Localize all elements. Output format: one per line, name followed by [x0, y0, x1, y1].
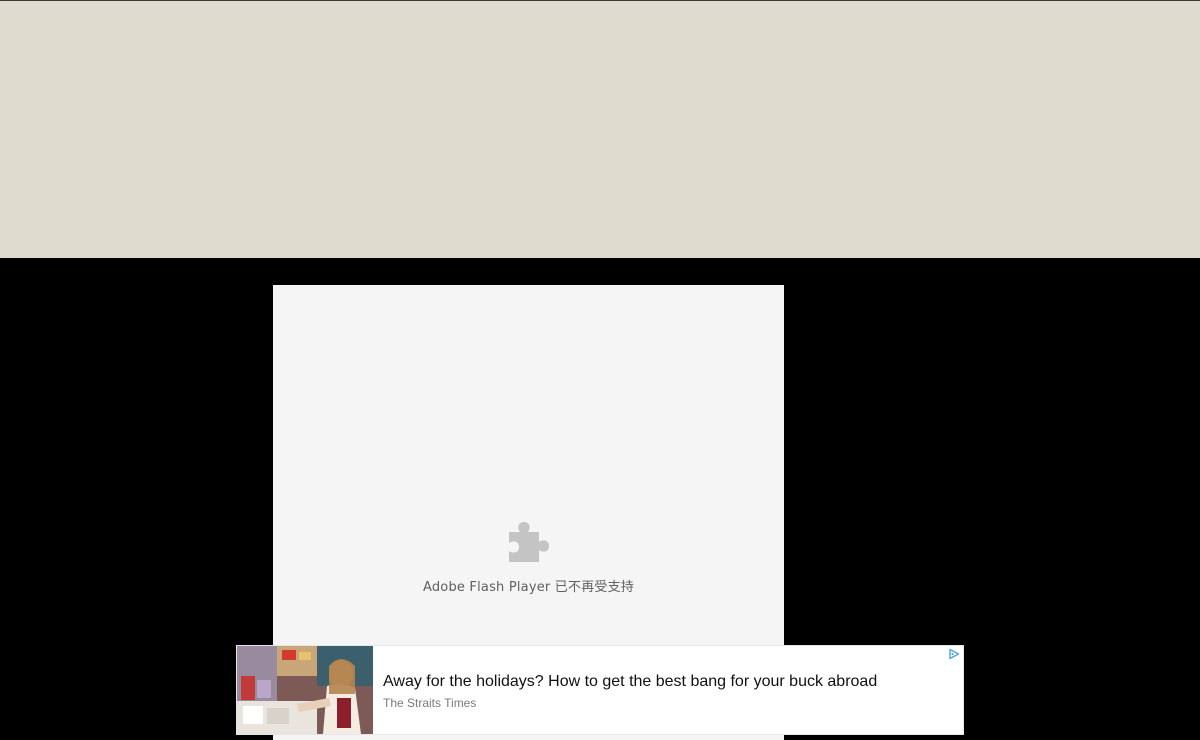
ad-image[interactable]	[237, 646, 373, 734]
ad-banner[interactable]: Away for the holidays? How to get the be…	[236, 645, 964, 735]
ad-source: The Straits Times	[383, 696, 477, 710]
ad-headline-link[interactable]: Away for the holidays? How to get the be…	[383, 673, 877, 691]
puzzle-piece-icon	[509, 522, 549, 562]
top-banner	[0, 0, 1200, 258]
adchoices-icon[interactable]	[948, 648, 960, 660]
flash-unsupported-message: Adobe Flash Player 已不再受支持	[422, 580, 635, 595]
